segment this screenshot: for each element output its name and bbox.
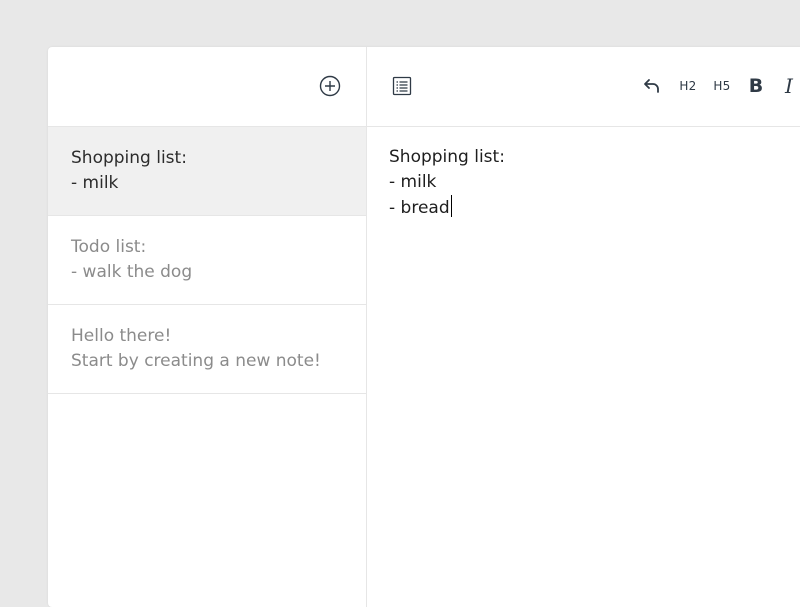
- italic-button[interactable]: I: [782, 73, 796, 99]
- editor-toolbar: H2 H5 B I: [367, 47, 800, 127]
- note-list-item[interactable]: Todo list: - walk the dog: [48, 216, 366, 305]
- add-circle-icon: [319, 75, 341, 97]
- list-button[interactable]: [391, 73, 413, 99]
- text-cursor: [450, 195, 452, 217]
- heading-2-button[interactable]: H2: [676, 73, 700, 99]
- list-icon: [392, 76, 412, 96]
- note-editor[interactable]: Shopping list: - milk - bread: [367, 127, 800, 221]
- notes-sidebar: Shopping list: - milk Todo list: - walk …: [48, 47, 367, 607]
- note-list-item[interactable]: Hello there! Start by creating a new not…: [48, 305, 366, 394]
- undo-button[interactable]: [641, 73, 663, 99]
- heading-5-button[interactable]: H5: [710, 73, 734, 99]
- add-note-button[interactable]: [319, 75, 341, 97]
- sidebar-header: [48, 47, 366, 127]
- undo-icon: [644, 79, 659, 93]
- editor-pane: H2 H5 B I Shopping list: - milk - bread: [367, 47, 800, 607]
- note-editor-text: Shopping list: - milk - bread: [389, 147, 505, 218]
- notes-app-window: Shopping list: - milk Todo list: - walk …: [48, 47, 800, 607]
- bold-button[interactable]: B: [746, 73, 766, 99]
- note-list-item[interactable]: Shopping list: - milk: [48, 127, 366, 216]
